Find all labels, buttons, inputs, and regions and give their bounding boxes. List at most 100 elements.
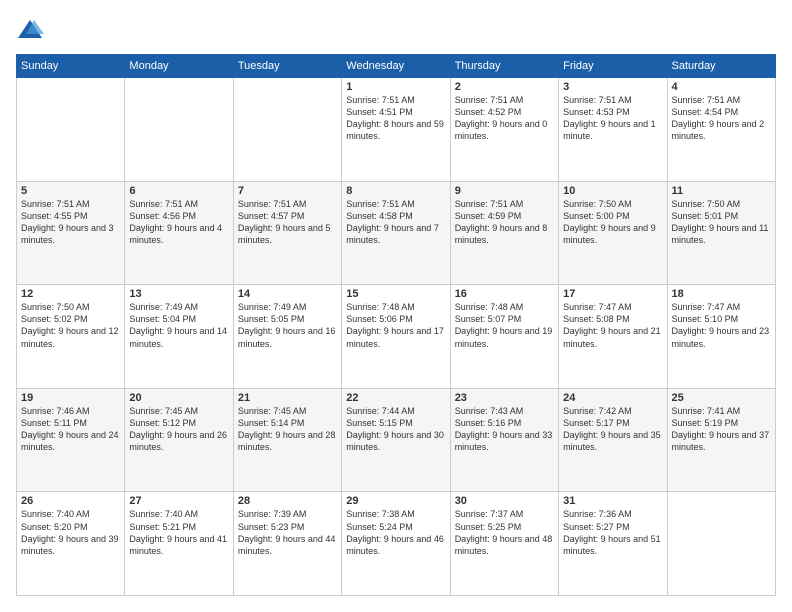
day-number: 13 — [129, 288, 228, 300]
day-number: 26 — [21, 495, 120, 507]
calendar-table: SundayMondayTuesdayWednesdayThursdayFrid… — [16, 54, 776, 596]
cell-info: Sunrise: 7:39 AM Sunset: 5:23 PM Dayligh… — [238, 508, 337, 557]
calendar-cell: 26Sunrise: 7:40 AM Sunset: 5:20 PM Dayli… — [17, 492, 125, 596]
week-row-1: 1Sunrise: 7:51 AM Sunset: 4:51 PM Daylig… — [17, 78, 776, 182]
cell-info: Sunrise: 7:36 AM Sunset: 5:27 PM Dayligh… — [563, 508, 662, 557]
day-number: 12 — [21, 288, 120, 300]
day-number: 31 — [563, 495, 662, 507]
day-number: 7 — [238, 185, 337, 197]
page: SundayMondayTuesdayWednesdayThursdayFrid… — [0, 0, 792, 612]
header — [16, 16, 776, 44]
day-number: 10 — [563, 185, 662, 197]
col-header-saturday: Saturday — [667, 55, 775, 78]
calendar-header-row: SundayMondayTuesdayWednesdayThursdayFrid… — [17, 55, 776, 78]
day-number: 24 — [563, 392, 662, 404]
calendar-cell — [17, 78, 125, 182]
calendar-cell: 11Sunrise: 7:50 AM Sunset: 5:01 PM Dayli… — [667, 181, 775, 285]
cell-info: Sunrise: 7:50 AM Sunset: 5:01 PM Dayligh… — [672, 198, 771, 247]
cell-info: Sunrise: 7:45 AM Sunset: 5:12 PM Dayligh… — [129, 405, 228, 454]
calendar-cell: 6Sunrise: 7:51 AM Sunset: 4:56 PM Daylig… — [125, 181, 233, 285]
day-number: 4 — [672, 81, 771, 93]
week-row-3: 12Sunrise: 7:50 AM Sunset: 5:02 PM Dayli… — [17, 285, 776, 389]
calendar-cell: 9Sunrise: 7:51 AM Sunset: 4:59 PM Daylig… — [450, 181, 558, 285]
col-header-wednesday: Wednesday — [342, 55, 450, 78]
day-number: 1 — [346, 81, 445, 93]
day-number: 18 — [672, 288, 771, 300]
cell-info: Sunrise: 7:49 AM Sunset: 5:04 PM Dayligh… — [129, 301, 228, 350]
cell-info: Sunrise: 7:51 AM Sunset: 4:54 PM Dayligh… — [672, 94, 771, 143]
calendar-cell: 7Sunrise: 7:51 AM Sunset: 4:57 PM Daylig… — [233, 181, 341, 285]
calendar-cell — [667, 492, 775, 596]
day-number: 23 — [455, 392, 554, 404]
day-number: 27 — [129, 495, 228, 507]
day-number: 6 — [129, 185, 228, 197]
cell-info: Sunrise: 7:48 AM Sunset: 5:07 PM Dayligh… — [455, 301, 554, 350]
calendar-cell: 2Sunrise: 7:51 AM Sunset: 4:52 PM Daylig… — [450, 78, 558, 182]
calendar-cell: 8Sunrise: 7:51 AM Sunset: 4:58 PM Daylig… — [342, 181, 450, 285]
cell-info: Sunrise: 7:51 AM Sunset: 4:58 PM Dayligh… — [346, 198, 445, 247]
cell-info: Sunrise: 7:50 AM Sunset: 5:00 PM Dayligh… — [563, 198, 662, 247]
day-number: 15 — [346, 288, 445, 300]
cell-info: Sunrise: 7:51 AM Sunset: 4:56 PM Dayligh… — [129, 198, 228, 247]
day-number: 14 — [238, 288, 337, 300]
day-number: 11 — [672, 185, 771, 197]
day-number: 17 — [563, 288, 662, 300]
col-header-thursday: Thursday — [450, 55, 558, 78]
calendar-cell: 5Sunrise: 7:51 AM Sunset: 4:55 PM Daylig… — [17, 181, 125, 285]
col-header-friday: Friday — [559, 55, 667, 78]
day-number: 25 — [672, 392, 771, 404]
cell-info: Sunrise: 7:48 AM Sunset: 5:06 PM Dayligh… — [346, 301, 445, 350]
day-number: 9 — [455, 185, 554, 197]
week-row-4: 19Sunrise: 7:46 AM Sunset: 5:11 PM Dayli… — [17, 388, 776, 492]
calendar-cell: 22Sunrise: 7:44 AM Sunset: 5:15 PM Dayli… — [342, 388, 450, 492]
cell-info: Sunrise: 7:40 AM Sunset: 5:21 PM Dayligh… — [129, 508, 228, 557]
logo — [16, 16, 48, 44]
logo-icon — [16, 16, 44, 44]
calendar-cell: 16Sunrise: 7:48 AM Sunset: 5:07 PM Dayli… — [450, 285, 558, 389]
calendar-cell: 30Sunrise: 7:37 AM Sunset: 5:25 PM Dayli… — [450, 492, 558, 596]
calendar-cell: 15Sunrise: 7:48 AM Sunset: 5:06 PM Dayli… — [342, 285, 450, 389]
calendar-cell: 21Sunrise: 7:45 AM Sunset: 5:14 PM Dayli… — [233, 388, 341, 492]
cell-info: Sunrise: 7:51 AM Sunset: 4:55 PM Dayligh… — [21, 198, 120, 247]
calendar-cell: 31Sunrise: 7:36 AM Sunset: 5:27 PM Dayli… — [559, 492, 667, 596]
cell-info: Sunrise: 7:51 AM Sunset: 4:57 PM Dayligh… — [238, 198, 337, 247]
day-number: 8 — [346, 185, 445, 197]
calendar-cell: 19Sunrise: 7:46 AM Sunset: 5:11 PM Dayli… — [17, 388, 125, 492]
day-number: 30 — [455, 495, 554, 507]
calendar-cell: 14Sunrise: 7:49 AM Sunset: 5:05 PM Dayli… — [233, 285, 341, 389]
calendar-cell: 27Sunrise: 7:40 AM Sunset: 5:21 PM Dayli… — [125, 492, 233, 596]
cell-info: Sunrise: 7:47 AM Sunset: 5:08 PM Dayligh… — [563, 301, 662, 350]
day-number: 19 — [21, 392, 120, 404]
cell-info: Sunrise: 7:45 AM Sunset: 5:14 PM Dayligh… — [238, 405, 337, 454]
week-row-2: 5Sunrise: 7:51 AM Sunset: 4:55 PM Daylig… — [17, 181, 776, 285]
calendar-cell: 23Sunrise: 7:43 AM Sunset: 5:16 PM Dayli… — [450, 388, 558, 492]
calendar-cell: 29Sunrise: 7:38 AM Sunset: 5:24 PM Dayli… — [342, 492, 450, 596]
day-number: 3 — [563, 81, 662, 93]
cell-info: Sunrise: 7:51 AM Sunset: 4:59 PM Dayligh… — [455, 198, 554, 247]
col-header-tuesday: Tuesday — [233, 55, 341, 78]
col-header-sunday: Sunday — [17, 55, 125, 78]
day-number: 22 — [346, 392, 445, 404]
calendar-cell — [125, 78, 233, 182]
calendar-cell: 28Sunrise: 7:39 AM Sunset: 5:23 PM Dayli… — [233, 492, 341, 596]
week-row-5: 26Sunrise: 7:40 AM Sunset: 5:20 PM Dayli… — [17, 492, 776, 596]
cell-info: Sunrise: 7:49 AM Sunset: 5:05 PM Dayligh… — [238, 301, 337, 350]
day-number: 20 — [129, 392, 228, 404]
cell-info: Sunrise: 7:50 AM Sunset: 5:02 PM Dayligh… — [21, 301, 120, 350]
cell-info: Sunrise: 7:51 AM Sunset: 4:51 PM Dayligh… — [346, 94, 445, 143]
day-number: 29 — [346, 495, 445, 507]
cell-info: Sunrise: 7:46 AM Sunset: 5:11 PM Dayligh… — [21, 405, 120, 454]
cell-info: Sunrise: 7:41 AM Sunset: 5:19 PM Dayligh… — [672, 405, 771, 454]
cell-info: Sunrise: 7:37 AM Sunset: 5:25 PM Dayligh… — [455, 508, 554, 557]
calendar-cell: 25Sunrise: 7:41 AM Sunset: 5:19 PM Dayli… — [667, 388, 775, 492]
cell-info: Sunrise: 7:47 AM Sunset: 5:10 PM Dayligh… — [672, 301, 771, 350]
calendar-cell: 20Sunrise: 7:45 AM Sunset: 5:12 PM Dayli… — [125, 388, 233, 492]
calendar-cell: 13Sunrise: 7:49 AM Sunset: 5:04 PM Dayli… — [125, 285, 233, 389]
day-number: 21 — [238, 392, 337, 404]
day-number: 2 — [455, 81, 554, 93]
calendar-cell: 3Sunrise: 7:51 AM Sunset: 4:53 PM Daylig… — [559, 78, 667, 182]
day-number: 5 — [21, 185, 120, 197]
day-number: 28 — [238, 495, 337, 507]
cell-info: Sunrise: 7:44 AM Sunset: 5:15 PM Dayligh… — [346, 405, 445, 454]
cell-info: Sunrise: 7:42 AM Sunset: 5:17 PM Dayligh… — [563, 405, 662, 454]
